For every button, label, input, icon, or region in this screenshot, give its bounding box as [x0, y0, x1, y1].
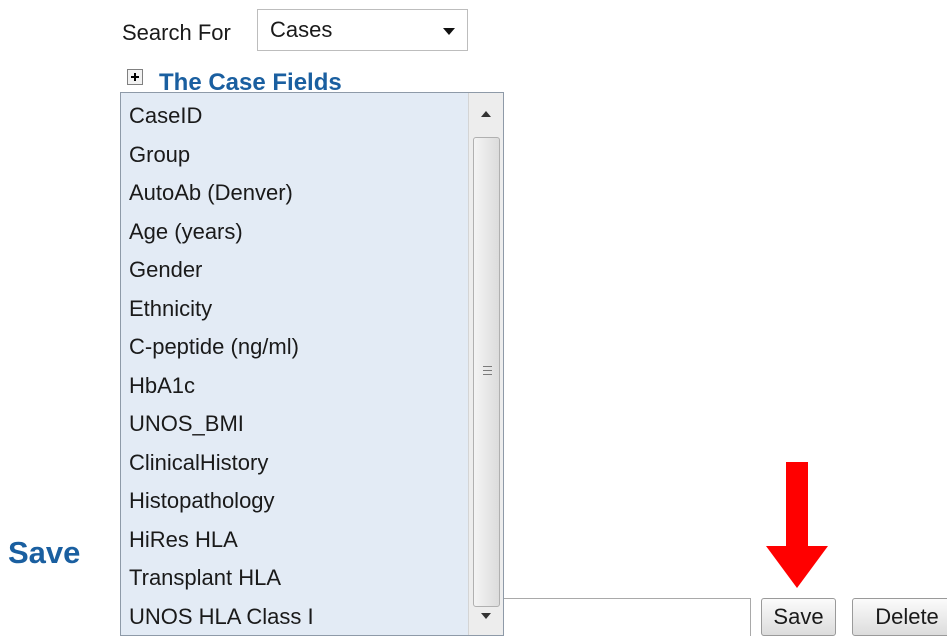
down-arrow-icon [766, 462, 828, 588]
list-item[interactable]: Histopathology [129, 486, 468, 525]
save-button[interactable]: Save [761, 598, 836, 636]
scroll-up-arrow-icon[interactable] [469, 93, 503, 133]
case-fields-toggle[interactable]: The Case Fields [159, 66, 342, 93]
field-list-items: CaseID Group AutoAb (Denver) Age (years) Gen… [121, 93, 468, 636]
list-item[interactable]: UNOS HLA Class I [129, 602, 468, 636]
list-item[interactable]: Gender [129, 255, 468, 294]
list-item[interactable]: Group [129, 140, 468, 179]
search-type-select[interactable]: Cases [257, 9, 468, 51]
search-for-label: Search For [122, 20, 231, 45]
list-item[interactable]: Transplant HLA [129, 563, 468, 602]
list-item[interactable]: ClinicalHistory [129, 448, 468, 487]
search-page: Search For Cases The Case Fields Save Sa… [0, 0, 947, 636]
list-item[interactable]: UNOS_BMI [129, 409, 468, 448]
list-item[interactable]: Age (years) [129, 217, 468, 256]
delete-button[interactable]: Delete [852, 598, 947, 636]
list-item[interactable]: HbA1c [129, 371, 468, 410]
list-item[interactable]: AutoAb (Denver) [129, 178, 468, 217]
list-item[interactable]: C-peptide (ng/ml) [129, 332, 468, 371]
case-fields-listbox[interactable]: CaseID Group AutoAb (Denver) Age (years) Gen… [120, 92, 504, 636]
scrollbar-grip-icon [483, 366, 492, 375]
search-type-value: Cases [270, 17, 333, 42]
list-item[interactable]: Ethnicity [129, 294, 468, 333]
listbox-scrollbar[interactable] [468, 93, 503, 635]
scrollbar-thumb[interactable] [473, 137, 500, 607]
dropdown-caret-icon [443, 28, 455, 35]
expand-plus-icon[interactable] [127, 69, 143, 85]
save-name-input[interactable] [498, 598, 751, 636]
save-heading: Save [8, 535, 81, 570]
list-item[interactable]: HiRes HLA [129, 525, 468, 564]
scroll-down-arrow-icon[interactable] [469, 595, 503, 635]
list-item[interactable]: CaseID [129, 101, 468, 140]
